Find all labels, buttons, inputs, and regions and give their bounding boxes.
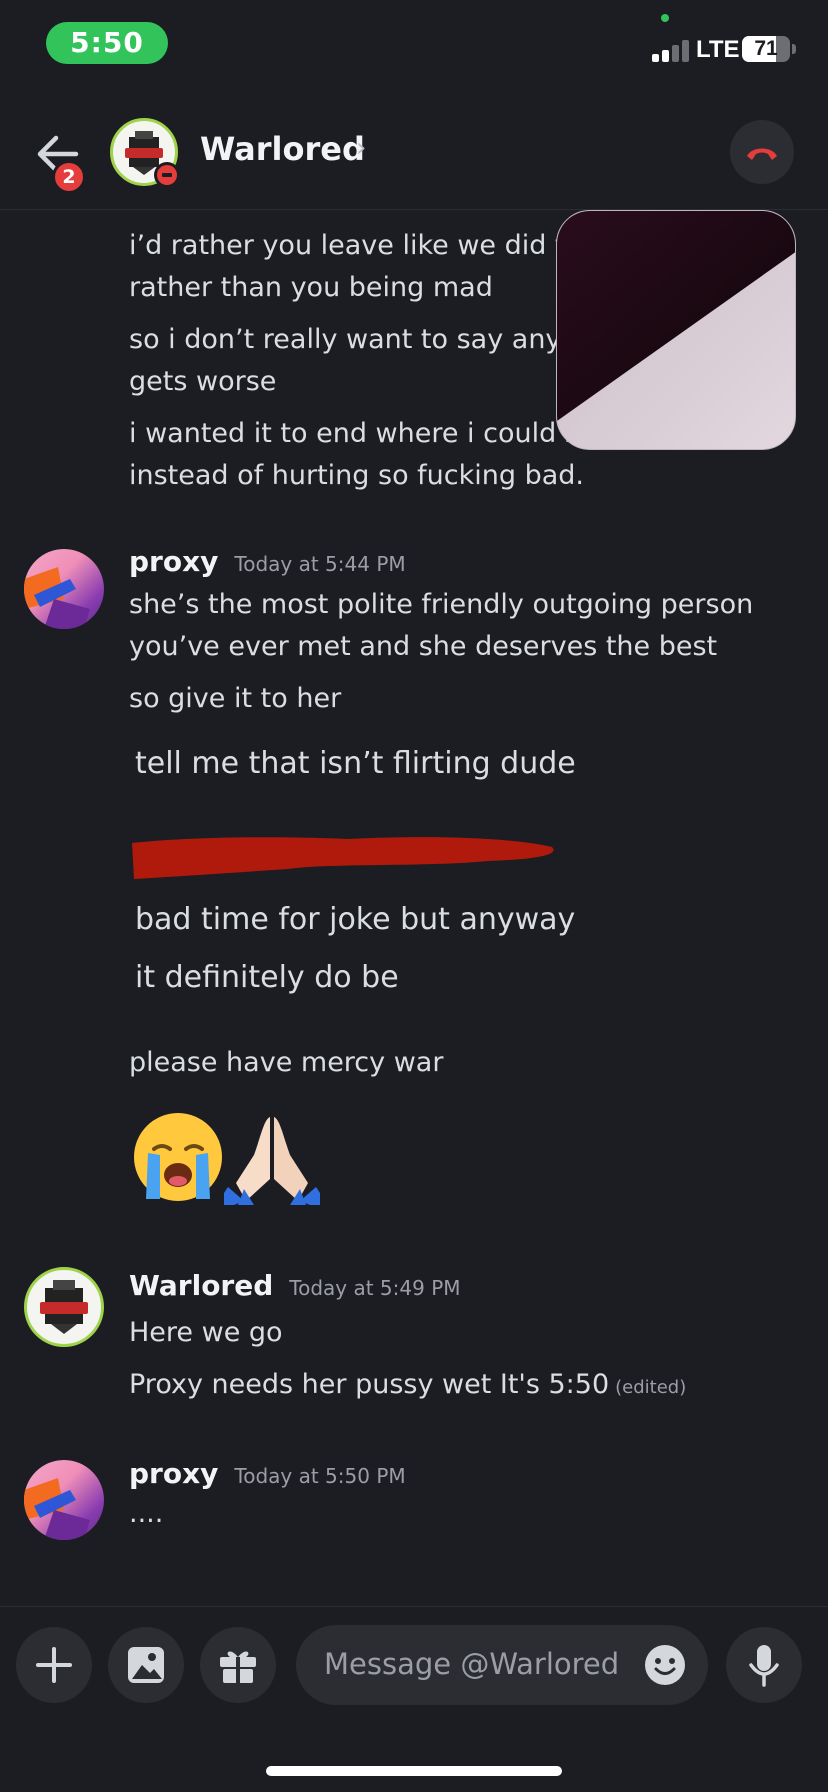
message-line: i’d rather you leave like we did th	[129, 230, 583, 261]
avatar[interactable]	[24, 1267, 104, 1347]
message-line: instead of hurting so fucking bad.	[129, 460, 585, 491]
edited-label: (edited)	[615, 1377, 687, 1398]
hang-up-icon	[747, 148, 777, 160]
message-line: ....	[129, 1498, 164, 1529]
quoted-text: bad time for joke but anyway	[135, 902, 576, 937]
message-line: gets worse	[129, 366, 277, 397]
camera-feed	[557, 211, 795, 449]
network-type: LTE	[696, 36, 740, 63]
message-line: Proxy needs her pussy wet It's 5:50 (edit…	[129, 1364, 686, 1409]
add-attachment-button[interactable]	[16, 1627, 92, 1703]
redaction-scribble	[132, 837, 554, 879]
home-indicator	[266, 1766, 562, 1776]
chevron-right-icon[interactable]: ›	[356, 133, 366, 163]
message-line: so give it to her	[129, 683, 342, 714]
signal-icon	[652, 38, 690, 62]
message-line: she’s the most polite friendly outgoing …	[129, 589, 754, 620]
gift-button[interactable]	[200, 1627, 276, 1703]
message-header: proxy Today at 5:44 PM	[129, 545, 406, 578]
user-avatar-icon	[24, 567, 90, 629]
emoji-picker-icon[interactable]	[644, 1644, 686, 1686]
end-call-button[interactable]	[730, 120, 794, 184]
message-composer: Message @Warlored	[0, 1606, 828, 1792]
status-bar: 5:50 LTE 71	[0, 0, 828, 90]
user-avatar-icon	[24, 1478, 90, 1540]
author-name[interactable]: proxy	[129, 1457, 218, 1490]
battery-nub	[792, 44, 796, 54]
avatar[interactable]	[24, 549, 104, 629]
server-logo-icon	[40, 1280, 88, 1334]
message-header: proxy Today at 5:50 PM	[129, 1457, 406, 1490]
timestamp: Today at 5:50 PM	[234, 1464, 406, 1488]
privacy-indicator	[661, 14, 669, 22]
loudly-crying-face-icon	[134, 1113, 222, 1201]
dnd-status-icon	[154, 162, 180, 188]
plus-icon	[36, 1647, 72, 1683]
folded-hands-icon	[224, 1117, 320, 1205]
status-time: 5:50	[46, 22, 168, 64]
gallery-button[interactable]	[108, 1627, 184, 1703]
timestamp: Today at 5:44 PM	[234, 552, 406, 576]
author-name[interactable]: Warlored	[129, 1269, 273, 1302]
message-text: Proxy needs her pussy wet It's 5:50	[129, 1369, 610, 1400]
message-line: Here we go	[129, 1317, 283, 1348]
message-line: please have mercy war	[129, 1047, 444, 1078]
message-header: Warlored Today at 5:49 PM	[129, 1269, 461, 1302]
video-preview[interactable]	[556, 210, 796, 450]
microphone-icon	[749, 1645, 779, 1687]
message-line: rather than you being mad	[129, 272, 493, 303]
unread-badge: 2	[52, 160, 86, 194]
message-line: you’ve ever met and she deserves the bes…	[129, 631, 718, 662]
author-name[interactable]: proxy	[129, 545, 218, 578]
message-input-placeholder: Message @Warlored	[324, 1647, 620, 1681]
quoted-text: it definitely do be	[135, 960, 399, 995]
dm-header: 2 Warlored ›	[0, 100, 828, 210]
quoted-text: tell me that isn’t flirting dude	[135, 746, 576, 781]
battery-level: 71	[754, 37, 778, 60]
image-icon	[128, 1647, 164, 1683]
message-line: so i don’t really want to say anyt	[129, 324, 572, 355]
battery-icon: 71	[742, 36, 790, 62]
message-line: i wanted it to end where i could st	[129, 418, 590, 449]
avatar[interactable]	[24, 1460, 104, 1540]
contact-name[interactable]: Warlored	[200, 130, 365, 168]
message-input[interactable]: Message @Warlored	[296, 1625, 708, 1705]
timestamp: Today at 5:49 PM	[289, 1276, 461, 1300]
gift-icon	[220, 1651, 256, 1683]
voice-message-button[interactable]	[726, 1627, 802, 1703]
